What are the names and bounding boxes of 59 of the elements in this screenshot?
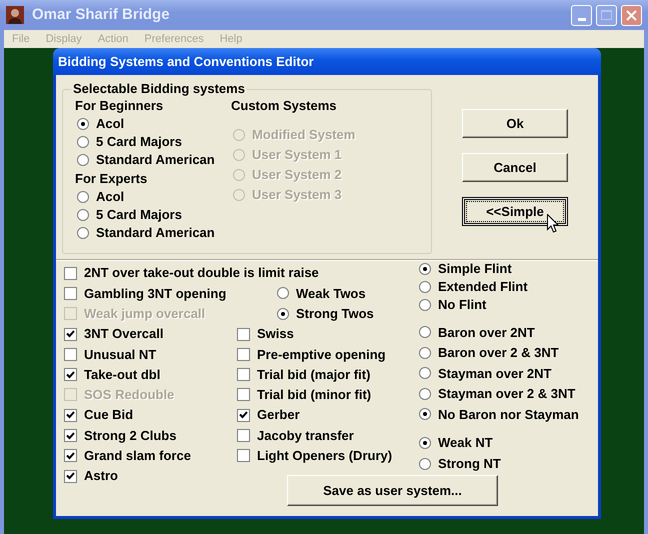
checkmark-icon — [66, 472, 75, 480]
checkbox[interactable]: Gerber — [237, 405, 300, 426]
group-heading: For Beginners — [75, 97, 164, 115]
group-heading: Custom Systems — [231, 97, 338, 115]
radio-button[interactable]: Stayman over 2NT — [417, 363, 552, 384]
checkbox[interactable]: Take-out dbl — [64, 364, 160, 385]
radio-button[interactable]: Strong NT — [417, 454, 501, 474]
checkbox[interactable]: Strong 2 Clubs — [64, 425, 176, 446]
radio-button[interactable]: No Baron nor Stayman — [417, 404, 579, 424]
window-title: Omar Sharif Bridge — [32, 4, 170, 25]
maximize-button[interactable] — [596, 4, 617, 26]
radio-button[interactable]: Extended Flint — [417, 278, 528, 296]
radio-button[interactable]: Acol — [75, 188, 124, 206]
radio-button[interactable]: Strong Twos — [275, 304, 374, 324]
checkbox[interactable]: 2NT over take-out double is limit raise — [64, 263, 319, 284]
radio-button[interactable]: Weak NT — [417, 432, 493, 454]
minimize-button[interactable] — [571, 4, 592, 26]
radio-button[interactable]: Baron over 2 & 3NT — [417, 342, 559, 363]
checkbox[interactable]: Gambling 3NT opening — [64, 283, 226, 304]
dialog-title: Bidding Systems and Conventions Editor — [58, 52, 314, 71]
checkmark-icon — [66, 432, 75, 440]
checkmark-icon — [239, 411, 248, 420]
radio-button[interactable]: Acol — [75, 115, 124, 133]
radio-button[interactable]: 5 Card Majors — [75, 133, 182, 151]
dialog-button[interactable]: Cancel — [462, 153, 568, 182]
radio-button[interactable]: Stayman over 2 & 3NT — [417, 384, 576, 404]
dialog-button[interactable]: Ok — [462, 109, 568, 138]
radio-button[interactable]: Weak Twos — [275, 283, 366, 304]
checkbox[interactable]: Trial bid (minor fit) — [237, 384, 372, 406]
dialog-button[interactable]: <<Simple — [462, 197, 568, 226]
radio-button[interactable]: Simple Flint — [417, 260, 512, 278]
radio-button[interactable]: Standard American — [75, 224, 215, 242]
radio-button[interactable]: No Flint — [417, 296, 486, 314]
maximize-icon — [601, 10, 612, 20]
minimize-icon — [578, 18, 586, 20]
checkbox[interactable]: Cue Bid — [64, 405, 134, 426]
close-button[interactable] — [621, 4, 642, 26]
checkbox[interactable]: Trial bid (major fit) — [237, 364, 370, 385]
mouse-pointer-icon — [547, 214, 559, 233]
save-button[interactable]: Save as user system... — [287, 474, 498, 506]
checkmark-icon — [66, 411, 75, 420]
checkbox[interactable]: Grand slam force — [64, 446, 191, 466]
checkbox[interactable]: 3NT Overcall — [64, 324, 164, 344]
radio-button[interactable]: Baron over 2NT — [417, 322, 535, 342]
checkbox[interactable]: Astro — [64, 466, 118, 486]
checkbox[interactable]: Pre-emptive opening — [237, 344, 386, 364]
close-icon — [626, 10, 637, 20]
radio-button[interactable]: 5 Card Majors — [75, 206, 182, 224]
checkbox[interactable]: Light Openers (Drury) — [237, 446, 392, 466]
radio-button[interactable]: Standard American — [75, 151, 215, 169]
checkbox[interactable]: Unusual NT — [64, 344, 156, 364]
checkmark-icon — [66, 330, 75, 338]
checkbox[interactable]: Swiss — [237, 324, 294, 344]
checkbox[interactable]: Jacoby transfer — [237, 425, 354, 446]
group-legend: Selectable Bidding systems — [71, 82, 247, 96]
app-icon — [6, 6, 24, 24]
group-heading: For Experts — [75, 170, 148, 188]
checkmark-icon — [66, 370, 75, 379]
checkmark-icon — [66, 452, 75, 460]
